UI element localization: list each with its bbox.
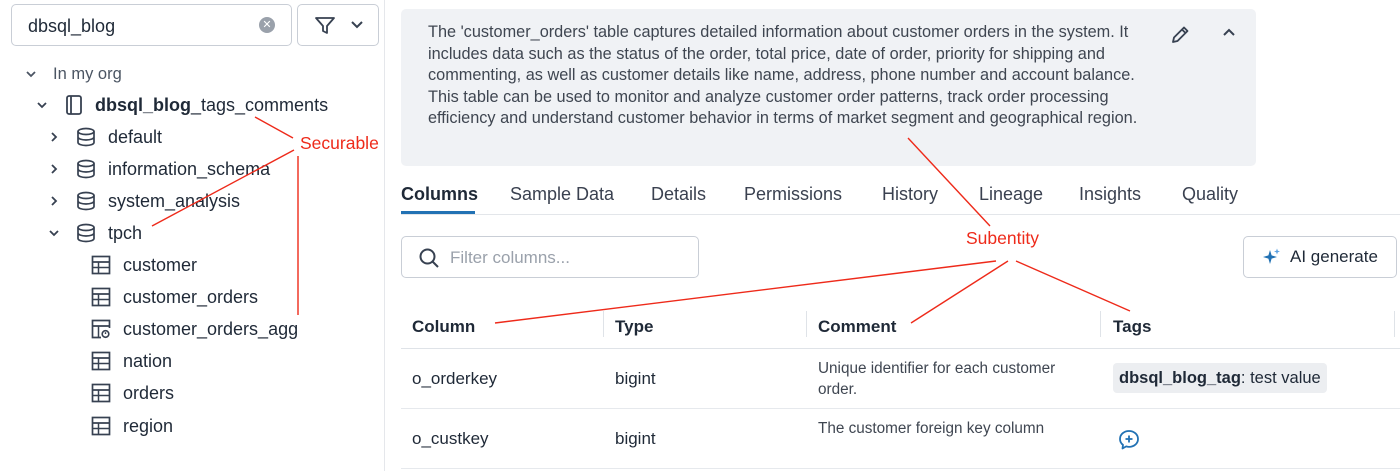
tab-lineage[interactable]: Lineage (979, 184, 1043, 205)
table-label: orders (123, 382, 175, 403)
catalog-book-icon (66, 95, 82, 115)
table-icon (91, 383, 111, 403)
tab-insights[interactable]: Insights (1079, 184, 1141, 205)
ai-generate-label: AI generate (1290, 247, 1378, 266)
tree-item-table[interactable]: nation (91, 346, 172, 376)
catalog-search-box[interactable]: ✕ (11, 4, 292, 46)
cell-column-name: o_orderkey (412, 369, 498, 388)
tab-sample-data[interactable]: Sample Data (510, 184, 614, 205)
add-tag-icon[interactable] (1117, 428, 1141, 452)
pencil-icon[interactable] (1169, 24, 1191, 46)
tag-key: dbsql_blog_tag (1119, 369, 1241, 387)
materialized-view-icon (91, 319, 111, 339)
chevron-down-icon (49, 230, 59, 237)
catalog-name-bold: dbsql_blog (95, 94, 191, 115)
tree-item-schema[interactable]: default (47, 122, 162, 152)
table-label: nation (123, 350, 173, 371)
annotation-securable: Securable (300, 133, 379, 153)
tree-item-table[interactable]: customer_orders (91, 282, 258, 312)
chevron-right-icon (51, 196, 58, 206)
tree-group-in-my-org[interactable]: In my org (24, 59, 122, 89)
column-header-tags[interactable]: Tags (1113, 317, 1151, 337)
tree-item-schema[interactable]: tpch (47, 218, 142, 248)
table-description-text: The 'customer_orders' table captures det… (428, 23, 1138, 128)
tab-columns[interactable]: Columns (401, 184, 478, 205)
schema-label: default (108, 126, 163, 147)
schema-label: information_schema (108, 158, 271, 179)
cell-comment[interactable]: Unique identifier for each customer orde… (818, 358, 1068, 400)
schema-label: tpch (108, 222, 143, 243)
chevron-right-icon (51, 132, 58, 142)
catalog-search-input[interactable] (28, 14, 248, 38)
tree-item-table[interactable]: orders (91, 378, 174, 408)
chevron-down-icon (37, 102, 47, 109)
tab-permissions[interactable]: Permissions (744, 184, 842, 205)
chevron-up-icon[interactable] (1221, 27, 1237, 39)
table-icon (91, 287, 111, 307)
tab-details[interactable]: Details (651, 184, 706, 205)
database-icon (77, 159, 95, 179)
tree-group-label: In my org (53, 64, 122, 83)
tag-chip[interactable]: dbsql_blog_tag: test value (1113, 363, 1327, 393)
tab-quality[interactable]: Quality (1182, 184, 1238, 205)
tree-item-catalog[interactable]: dbsql_blog_tags_comments (35, 90, 328, 120)
cell-type: bigint (615, 369, 656, 388)
table-description-box: The 'customer_orders' table captures det… (401, 9, 1256, 166)
clear-search-icon[interactable]: ✕ (259, 17, 275, 33)
table-row: o_orderkey bigint Unique identifier for … (401, 349, 1400, 409)
filter-columns-box[interactable] (401, 236, 699, 278)
chevron-right-icon (51, 164, 58, 174)
column-divider (1100, 311, 1101, 337)
table-label: customer_orders_agg (123, 318, 299, 339)
tab-history[interactable]: History (882, 184, 938, 205)
tree-item-table[interactable]: customer (91, 250, 197, 280)
database-icon (77, 127, 95, 147)
table-tabs: Columns Sample Data Details Permissions … (401, 175, 1400, 215)
schema-label: system_analysis (108, 190, 241, 211)
cell-type: bigint (615, 429, 656, 448)
tree-item-schema[interactable]: system_analysis (47, 186, 240, 216)
sparkle-icon (1263, 248, 1280, 264)
cell-column-name: o_custkey (412, 429, 489, 448)
table-row: o_custkey bigint The customer foreign ke… (401, 409, 1400, 469)
chevron-down-icon (26, 71, 36, 78)
tree-item-table[interactable]: region (91, 411, 173, 441)
cell-comment[interactable]: The customer foreign key column (818, 418, 1068, 439)
active-tab-indicator (401, 211, 475, 214)
columns-table-header: Column Type Comment Tags (401, 307, 1400, 349)
table-icon (91, 416, 111, 436)
table-icon (91, 351, 111, 371)
filter-button[interactable] (297, 4, 379, 46)
filter-icon (315, 17, 335, 34)
table-label: customer (123, 254, 198, 275)
table-label: region (123, 415, 174, 436)
catalog-explorer-panel: ✕ In my org dbsql_blog_tags_comments def… (0, 0, 385, 471)
column-divider (1394, 311, 1395, 337)
tree-item-table[interactable]: customer_orders_agg (91, 314, 298, 344)
chevron-down-icon (351, 21, 363, 29)
database-icon (77, 191, 95, 211)
column-divider (603, 311, 604, 337)
catalog-name-rest: _tags_comments (191, 94, 329, 115)
column-header-column[interactable]: Column (412, 317, 475, 337)
tag-value: : test value (1240, 369, 1321, 387)
search-icon (419, 248, 439, 268)
table-icon (91, 255, 111, 275)
column-header-type[interactable]: Type (615, 317, 653, 337)
tree-item-schema[interactable]: information_schema (47, 154, 270, 184)
table-label: customer_orders (123, 286, 259, 307)
filter-columns-input[interactable] (450, 246, 680, 270)
column-divider (806, 311, 807, 337)
database-icon (77, 223, 95, 243)
annotation-subentity: Subentity (966, 228, 1039, 248)
column-header-comment[interactable]: Comment (818, 317, 896, 337)
ai-generate-button[interactable]: AI generate (1243, 236, 1397, 278)
